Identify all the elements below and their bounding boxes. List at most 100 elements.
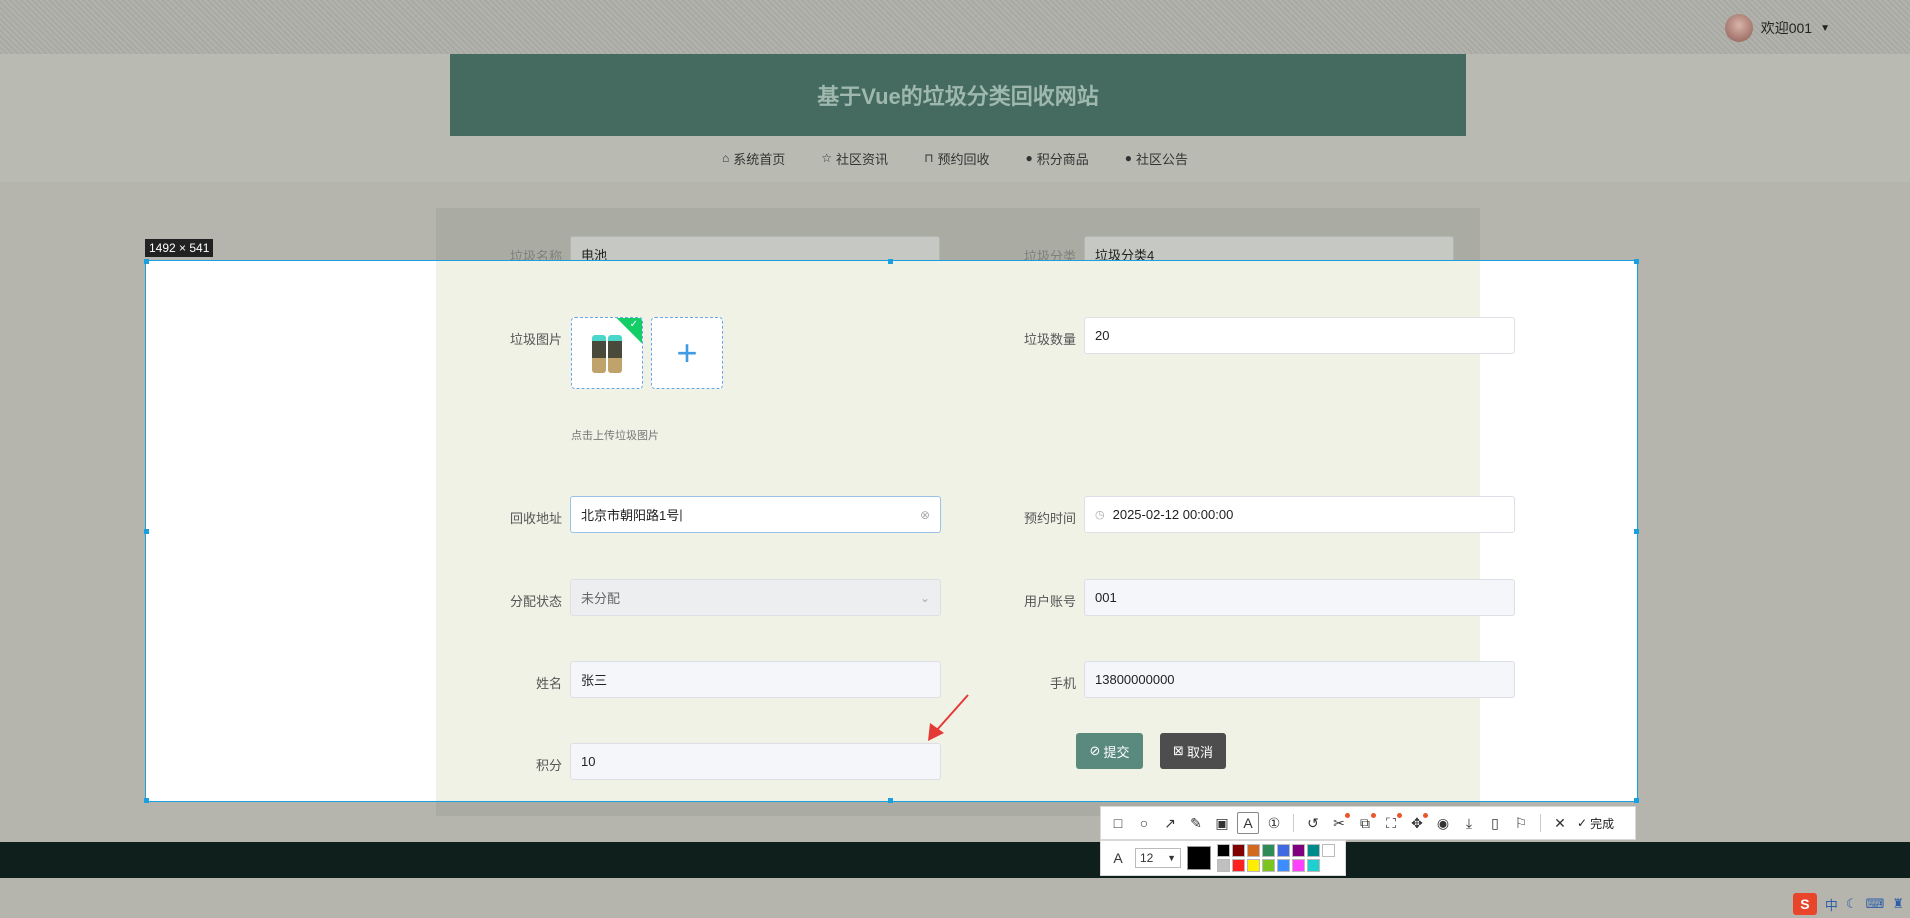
resize-handle-ne[interactable] [1634, 259, 1639, 264]
resize-handle-nw[interactable] [144, 259, 149, 264]
nav-item-points-goods[interactable]: ● 积分商品 [1025, 148, 1088, 168]
color-swatch[interactable] [1247, 844, 1260, 857]
font-icon: A [1113, 850, 1123, 866]
font-size-select[interactable]: 12 ▼ [1135, 848, 1181, 868]
done-button[interactable]: ✓ 完成 [1577, 815, 1614, 832]
ocr-icon[interactable]: ⛶ [1380, 812, 1402, 834]
resize-handle-se[interactable] [1634, 798, 1639, 803]
points-input[interactable]: 10 [570, 743, 941, 780]
nav-item-booking[interactable]: ⊓ 预约回收 [924, 148, 989, 168]
submit-button[interactable]: ⊘ 提交 [1076, 733, 1143, 769]
pin-icon[interactable]: ✥ [1406, 812, 1428, 834]
translate-icon[interactable]: ⧉ [1354, 812, 1376, 834]
upload-hint: 点击上传垃圾图片 [571, 430, 659, 442]
arrow-tool-icon[interactable]: ↗ [1159, 812, 1181, 834]
system-tray: S 中 ☾ ⌨ ♜ [1787, 890, 1910, 918]
user-label[interactable]: 欢迎001 [1761, 18, 1812, 38]
number-tool-icon[interactable]: ① [1263, 812, 1285, 834]
user-account-input[interactable]: 001 [1084, 579, 1515, 616]
download-icon[interactable]: ⤓ [1458, 812, 1480, 834]
resize-handle-e[interactable] [1634, 529, 1639, 534]
color-swatch[interactable] [1247, 859, 1260, 872]
clear-icon[interactable]: ⊗ [920, 508, 930, 522]
chevron-down-icon: ⌄ [919, 590, 930, 605]
nav-item-news[interactable]: ☆ 社区资讯 [821, 148, 888, 168]
footer [0, 842, 1910, 878]
nav-item-notice[interactable]: ● 社区公告 [1125, 148, 1188, 168]
color-swatch[interactable] [1232, 844, 1245, 857]
record-icon[interactable]: ◉ [1432, 812, 1454, 834]
garbage-quantity-input[interactable]: 20 [1084, 317, 1515, 354]
ime-logo[interactable]: S [1792, 893, 1817, 915]
check-circle-icon: ⊘ [1089, 743, 1101, 758]
color-swatch[interactable] [1262, 844, 1275, 857]
recycle-form: 垃圾图片 ✓ + 点击上传垃圾图片 垃圾数量 20 回收地址 北京市朝阳路1号 |… [436, 261, 1515, 801]
phone-input[interactable]: 13800000000 [1084, 661, 1515, 698]
color-swatch[interactable] [1277, 859, 1290, 872]
avatar[interactable] [1724, 14, 1753, 42]
color-swatch[interactable] [1262, 859, 1275, 872]
bookmark-icon[interactable]: ⚐ [1510, 812, 1532, 834]
ellipse-tool-icon[interactable]: ○ [1133, 812, 1155, 834]
site-title: 基于Vue的垃圾分类回收网站 [817, 84, 1099, 109]
text-tool-icon[interactable]: A [1237, 812, 1259, 834]
keyboard-icon[interactable]: ⌨ [1866, 896, 1885, 912]
color-swatch[interactable] [1217, 844, 1230, 857]
desktop-strip [0, 878, 1910, 918]
resize-handle-w[interactable] [144, 529, 149, 534]
name-input[interactable]: 张三 [570, 661, 941, 698]
ime-mode-label[interactable]: 中 [1825, 895, 1838, 914]
undo-icon[interactable]: ↺ [1302, 812, 1324, 834]
resize-handle-s[interactable] [888, 798, 893, 803]
cancel-button[interactable]: ⊠ 取消 [1160, 733, 1226, 769]
pen-tool-icon[interactable]: ✎ [1185, 812, 1207, 834]
add-image-button[interactable]: + [651, 317, 723, 389]
color-swatch[interactable] [1277, 844, 1290, 857]
garbage-image-label: 垃圾图片 [509, 332, 562, 347]
color-swatch[interactable] [1292, 859, 1305, 872]
nav-item-label: 系统首页 [733, 151, 786, 167]
screenshot-capture-region[interactable]: 垃圾图片 ✓ + 点击上传垃圾图片 垃圾数量 20 回收地址 北京市朝阳路1号 |… [145, 260, 1638, 802]
phone-icon[interactable]: ▯ [1484, 812, 1506, 834]
uploaded-image-thumb[interactable]: ✓ [571, 317, 643, 389]
capture-size-label: 1492 × 541 [145, 239, 214, 257]
color-swatch[interactable] [1322, 844, 1335, 857]
scissors-icon[interactable]: ✂ [1328, 812, 1350, 834]
phone-label: 手机 [1049, 676, 1076, 691]
close-icon[interactable]: ✕ [1549, 812, 1571, 834]
color-palette [1217, 844, 1335, 872]
toolbar-divider [1293, 814, 1294, 832]
garbage-quantity-label: 垃圾数量 [1023, 332, 1076, 347]
appointment-time-picker[interactable]: ◷ 2025-02-12 00:00:00 [1084, 496, 1515, 533]
current-color-swatch[interactable] [1187, 846, 1211, 870]
shirt-icon[interactable]: ♜ [1892, 896, 1904, 912]
color-swatch[interactable] [1217, 859, 1230, 872]
nav-item-label: 积分商品 [1036, 151, 1089, 167]
caret-down-icon[interactable]: ▼ [1820, 23, 1830, 34]
assign-status-select[interactable]: 未分配 ⌄ [570, 579, 941, 616]
color-swatch[interactable] [1307, 859, 1320, 872]
color-swatch[interactable] [1232, 859, 1245, 872]
annotation-toolbar: □ ○ ↗ ✎ ▣ A ① ↺ ✂ ⧉ ⛶ ✥ ◉ ⤓ ▯ ⚐ ✕ ✓ 完成 [1100, 806, 1636, 840]
address-label: 回收地址 [509, 511, 562, 526]
color-swatch[interactable] [1307, 844, 1320, 857]
nav-item-home[interactable]: ⌂ 系统首页 [722, 148, 785, 168]
user-menu[interactable]: 欢迎001 ▼ [1724, 14, 1830, 42]
resize-handle-sw[interactable] [144, 798, 149, 803]
resize-handle-n[interactable] [888, 259, 893, 264]
site-title-banner: 基于Vue的垃圾分类回收网站 [450, 54, 1466, 136]
close-square-icon: ⊠ [1173, 743, 1184, 758]
rectangle-tool-icon[interactable]: □ [1107, 812, 1129, 834]
address-input[interactable]: 北京市朝阳路1号 | ⊗ [570, 496, 941, 533]
appointment-time-label: 预约时间 [1023, 511, 1076, 526]
mosaic-tool-icon[interactable]: ▣ [1211, 812, 1233, 834]
nav-item-label: 社区资讯 [836, 151, 889, 167]
bag-icon: ⊓ [924, 151, 934, 165]
top-bar: 欢迎001 ▼ [0, 0, 1910, 54]
moon-icon[interactable]: ☾ [1846, 896, 1858, 912]
color-swatch[interactable] [1292, 844, 1305, 857]
check-icon: ✓ [629, 319, 638, 330]
text-style-bar: A 12 ▼ [1100, 840, 1346, 876]
star-icon: ☆ [821, 151, 833, 165]
info-icon: ● [1025, 151, 1033, 165]
